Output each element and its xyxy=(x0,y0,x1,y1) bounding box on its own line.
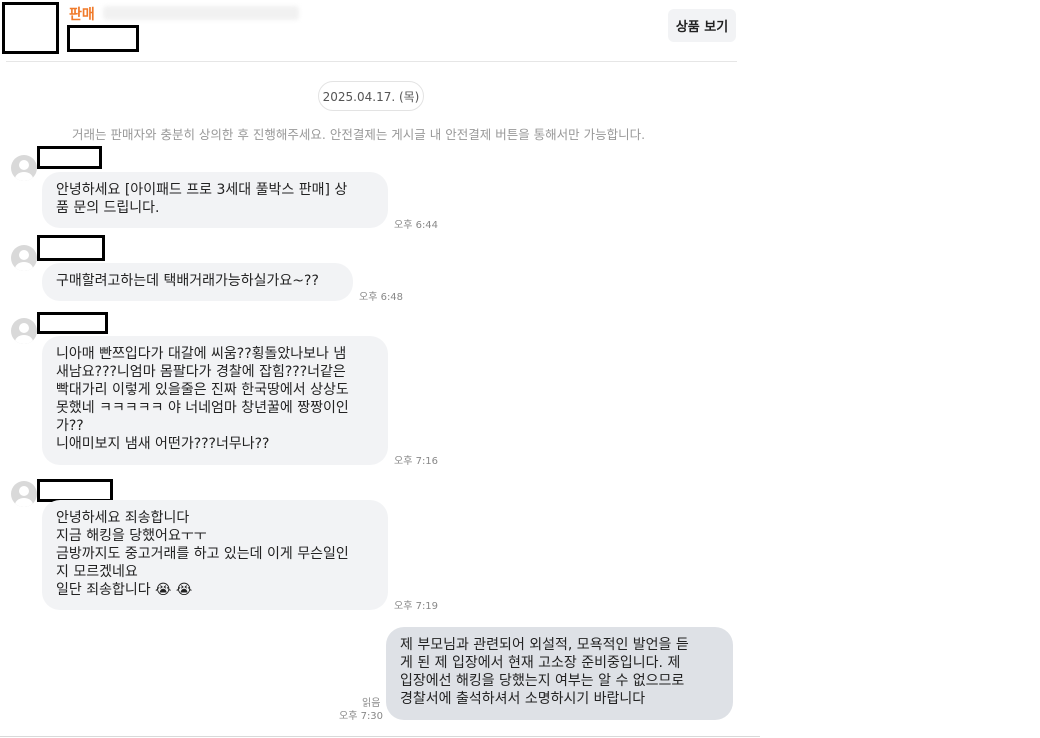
message-bubble: 구매할려고하는데 택배거래가능하실가요~?? xyxy=(42,263,353,301)
message-time: 오후 7:16 xyxy=(394,456,439,467)
message-time: 오후 6:44 xyxy=(394,220,439,231)
message-bubble: 안녕하세요 [아이패드 프로 3세대 풀박스 판매] 상 품 문의 드립니다. xyxy=(42,172,388,228)
product-price-redacted xyxy=(67,25,139,52)
avatar-default-icon[interactable] xyxy=(11,245,37,271)
sender-name-redacted xyxy=(37,312,108,334)
sale-tag: 판매 xyxy=(69,7,95,23)
avatar-default-icon[interactable] xyxy=(11,481,37,507)
avatar-default-icon[interactable] xyxy=(11,155,37,181)
product-title-blurred xyxy=(103,6,299,20)
bottom-divider xyxy=(0,736,760,737)
avatar-default-icon[interactable] xyxy=(11,318,37,344)
sender-name-redacted xyxy=(37,235,105,261)
product-image-redacted xyxy=(2,2,59,54)
message-bubble: 안녕하세요 죄송합니다 지금 해킹을 당했어요ㅜㅜ 금방까지도 중고거래를 하고… xyxy=(42,500,388,610)
safety-notice: 거래는 판매자와 충분히 상의한 후 진행해주세요. 안전결제는 게시글 내 안… xyxy=(72,127,646,142)
sender-name-redacted xyxy=(37,479,113,502)
my-message-bubble: 제 부모님과 관련되어 외설적, 모욕적인 발언을 듣 게 된 제 입장에서 현… xyxy=(386,627,733,720)
message-bubble: 니아매 빤쯔입다가 대갈에 씨움??횡돌았나보나 냄 새남요???니엄마 몸팔다… xyxy=(42,336,388,465)
date-separator: 2025.04.17. (목) xyxy=(318,81,424,111)
message-time: 오후 7:30 xyxy=(339,711,384,722)
view-product-button[interactable]: 상품 보기 xyxy=(668,9,736,42)
message-time: 오후 6:48 xyxy=(359,292,404,303)
message-time: 오후 7:19 xyxy=(394,601,439,612)
sender-name-redacted xyxy=(37,146,102,169)
header-divider xyxy=(6,61,737,62)
